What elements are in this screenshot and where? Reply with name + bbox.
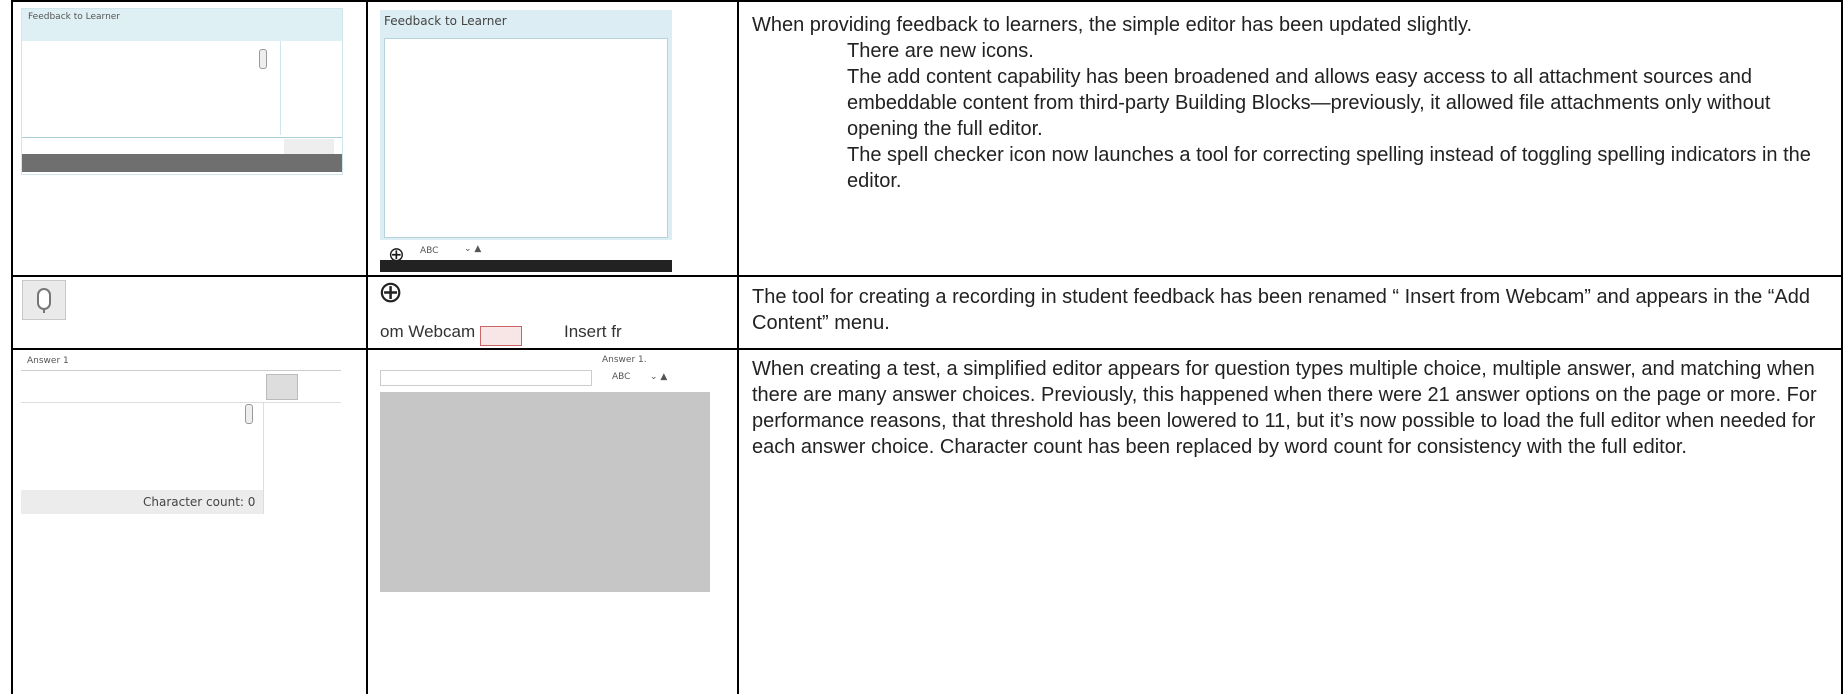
old-answer-editor-screenshot: Answer 1 Character count: 0	[21, 356, 341, 516]
spell-check-icon: ABC	[612, 372, 631, 382]
plus-circle-icon: ⊕	[378, 275, 404, 310]
character-count: Character count: 0	[143, 495, 256, 509]
old-feedback-title: Feedback to Learner	[28, 12, 121, 22]
new-answer-title: Answer 1.	[602, 355, 647, 365]
row3-text: When creating a test, a simplified edito…	[752, 358, 1817, 458]
old-answer-title: Answer 1	[27, 356, 69, 366]
text-color-icon: ⌄ ▲	[650, 372, 668, 382]
spell-check-icon: ABC	[420, 246, 439, 256]
scrollbar-thumb	[245, 404, 253, 424]
row2-description: The tool for creating a recording in stu…	[752, 284, 1832, 346]
row1-intro: When providing feedback to learners, the…	[752, 14, 1473, 36]
row-divider-2	[11, 348, 1843, 350]
text-color-icon: ⌄ ▲	[464, 244, 482, 254]
col-divider-left	[11, 0, 13, 694]
row-divider-1	[11, 275, 1843, 277]
row2-text: The tool for creating a recording in stu…	[752, 286, 1810, 334]
col-divider-1	[366, 0, 368, 694]
old-feedback-editor-screenshot: Feedback to Learner	[21, 8, 343, 175]
row3-description: When creating a test, a simplified edito…	[752, 356, 1832, 692]
row1-point-3: The spell checker icon now launches a to…	[847, 144, 1811, 192]
scrollbar-thumb	[259, 49, 267, 69]
col-divider-2	[737, 0, 739, 694]
menu-item-webcam: om Webcam	[380, 322, 476, 341]
new-feedback-editor-screenshot: Feedback to Learner ⊕ ABC ⌄ ▲	[380, 10, 672, 272]
new-answer-editor-screenshot: Answer 1. ABC ⌄ ▲	[380, 354, 710, 592]
add-content-menu-screenshot: om Webcam Insert fr	[380, 320, 640, 346]
microphone-icon	[22, 280, 66, 320]
row1-description: When providing feedback to learners, the…	[752, 12, 1832, 272]
row1-point-1: There are new icons.	[847, 40, 1034, 62]
new-feedback-title: Feedback to Learner	[384, 14, 507, 28]
col-divider-right	[1841, 0, 1843, 694]
row1-point-2: The add content capability has been broa…	[847, 66, 1771, 140]
row-divider-top	[11, 0, 1843, 2]
menu-item-insert: Insert fr	[564, 322, 622, 341]
